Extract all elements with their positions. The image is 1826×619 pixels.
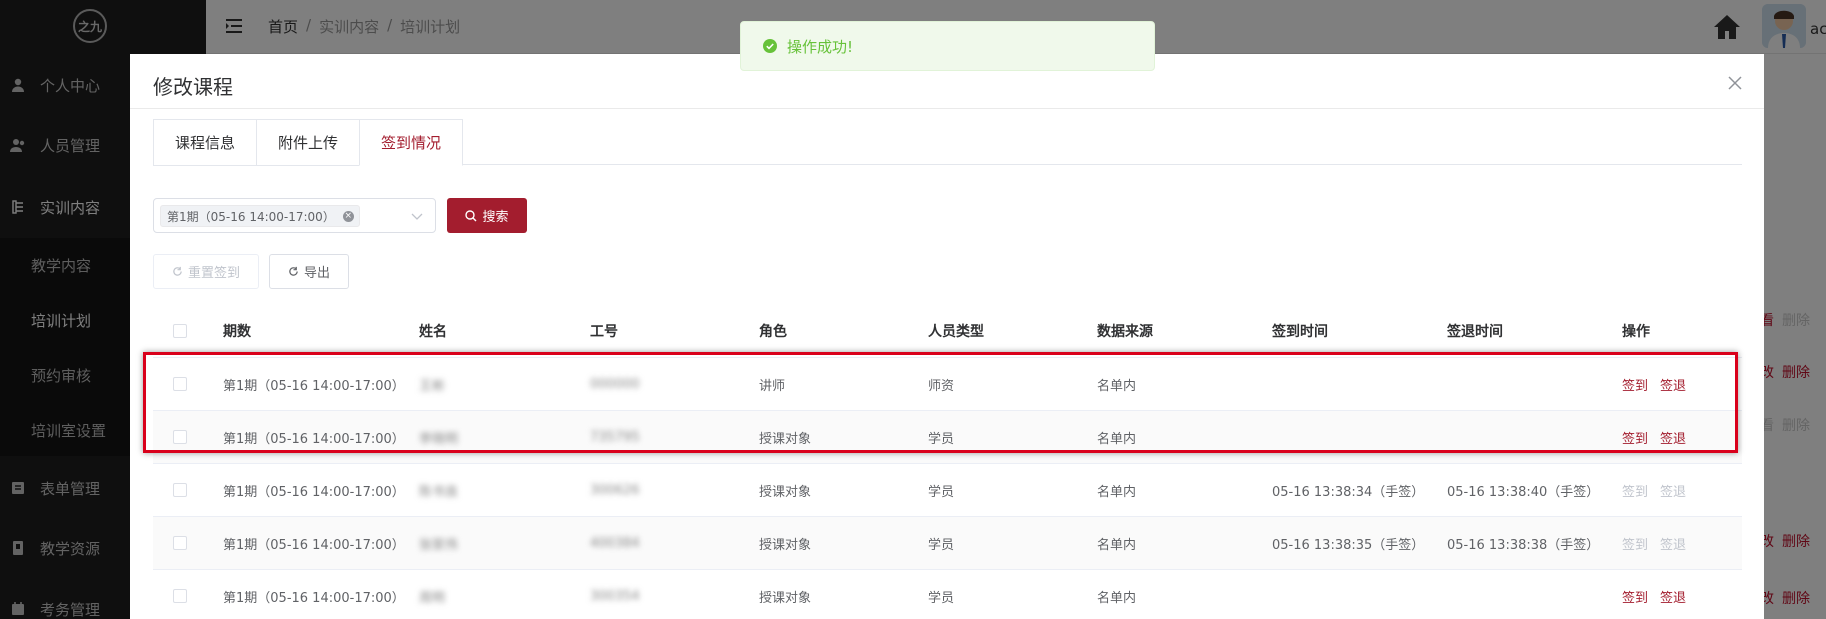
success-toast: 操作成功!	[740, 21, 1155, 71]
period-tag-label: 第1期（05-16 14:00-17:00）	[167, 209, 335, 224]
tab-attachments[interactable]: 附件上传	[256, 119, 361, 166]
search-button[interactable]: 搜索	[447, 198, 527, 233]
cell-period: 第1期（05-16 14:00-17:00）	[223, 590, 405, 606]
dialog-tabs: 课程信息 附件上传 签到情况	[153, 119, 464, 166]
check-circle-icon	[763, 39, 777, 53]
cell-checkout: 05-16 13:38:40（手签）	[1447, 484, 1600, 500]
table-row: 第1期（05-16 14:00-17:00） 周明 300354 授课对象 学员 名单内 签…	[153, 570, 1742, 619]
cell-name: 周明	[419, 590, 446, 606]
checkin-link[interactable]: 签到	[1622, 587, 1648, 606]
period-select[interactable]: 第1期（05-16 14:00-17:00） ×	[153, 198, 436, 233]
cell-source: 名单内	[1097, 484, 1137, 500]
column-header: 操作	[1622, 324, 1650, 340]
cell-source: 名单内	[1097, 537, 1137, 553]
refresh-icon	[289, 266, 298, 276]
tag-remove-icon[interactable]: ×	[342, 211, 354, 222]
column-header: 数据来源	[1097, 324, 1153, 340]
cell-actions: 签到 签退	[1622, 517, 1698, 569]
cell-name: 陈书良	[419, 484, 459, 500]
search-icon	[465, 209, 477, 221]
period-tag: 第1期（05-16 14:00-17:00） ×	[160, 205, 360, 227]
cell-source: 名单内	[1097, 590, 1137, 606]
checkout-link: 签退	[1660, 537, 1687, 553]
chevron-down-icon	[411, 213, 423, 220]
cell-id: 300626	[590, 482, 640, 498]
tab-course-info[interactable]: 课程信息	[153, 119, 258, 166]
dialog-title: 修改课程	[153, 75, 233, 99]
column-header: 签退时间	[1447, 324, 1503, 340]
tab-checkin[interactable]: 签到情况	[359, 119, 464, 166]
cell-role: 授课对象	[759, 537, 812, 553]
cell-checkout: 05-16 13:38:38（手签）	[1447, 537, 1600, 553]
column-header: 签到时间	[1272, 324, 1328, 340]
cell-id: 400384	[590, 535, 640, 551]
cell-ptype: 学员	[928, 484, 955, 500]
column-header: 期数	[223, 324, 251, 340]
column-header: 工号	[590, 324, 618, 340]
export-button[interactable]: 导出	[269, 254, 349, 289]
cell-period: 第1期（05-16 14:00-17:00）	[223, 484, 405, 500]
reset-checkin-button[interactable]: 重置签到	[153, 254, 259, 289]
cell-checkin: 05-16 13:38:34（手签）	[1272, 484, 1425, 500]
row-checkbox[interactable]	[173, 589, 187, 603]
cell-role: 授课对象	[759, 590, 812, 606]
dialog-divider	[130, 108, 1764, 109]
row-checkbox[interactable]	[173, 536, 187, 550]
checkout-link[interactable]: 签退	[1660, 587, 1686, 606]
checkin-link: 签到	[1622, 484, 1649, 500]
refresh-icon	[173, 266, 182, 276]
table-header: 期数 姓名 工号 角色 人员类型 数据来源 签到时间 签退时间 操作	[153, 305, 1742, 358]
cell-actions: 签到 签退	[1622, 464, 1698, 516]
column-header: 姓名	[419, 324, 447, 340]
highlight-annotation	[143, 352, 1738, 453]
cell-role: 授课对象	[759, 484, 812, 500]
cell-checkin: 05-16 13:38:35（手签）	[1272, 537, 1425, 553]
toast-message: 操作成功!	[787, 37, 854, 56]
checkin-link: 签到	[1622, 537, 1649, 553]
column-header: 人员类型	[928, 324, 984, 340]
cell-actions: 签到 签退	[1622, 570, 1698, 619]
export-button-label: 导出	[303, 266, 330, 281]
cell-ptype: 学员	[928, 537, 955, 553]
cell-ptype: 学员	[928, 590, 955, 606]
reset-button-label: 重置签到	[187, 266, 240, 281]
table-row: 第1期（05-16 14:00-17:00） 陈书良 300626 授课对象 学员 名单内…	[153, 464, 1742, 517]
edit-course-dialog: 修改课程 课程信息 附件上传 签到情况 第1期（05-16 14:00-17:0…	[130, 54, 1764, 619]
column-header: 角色	[759, 324, 787, 340]
close-icon[interactable]	[1728, 76, 1742, 90]
row-checkbox[interactable]	[173, 483, 187, 497]
cell-id: 300354	[590, 588, 640, 604]
table-row: 第1期（05-16 14:00-17:00） 张家伟 400384 授课对象 学员 名单内…	[153, 517, 1742, 570]
checkout-link: 签退	[1660, 484, 1687, 500]
search-button-label: 搜索	[482, 210, 509, 225]
select-all-checkbox[interactable]	[173, 324, 187, 338]
cell-period: 第1期（05-16 14:00-17:00）	[223, 537, 405, 553]
cell-name: 张家伟	[419, 537, 459, 553]
